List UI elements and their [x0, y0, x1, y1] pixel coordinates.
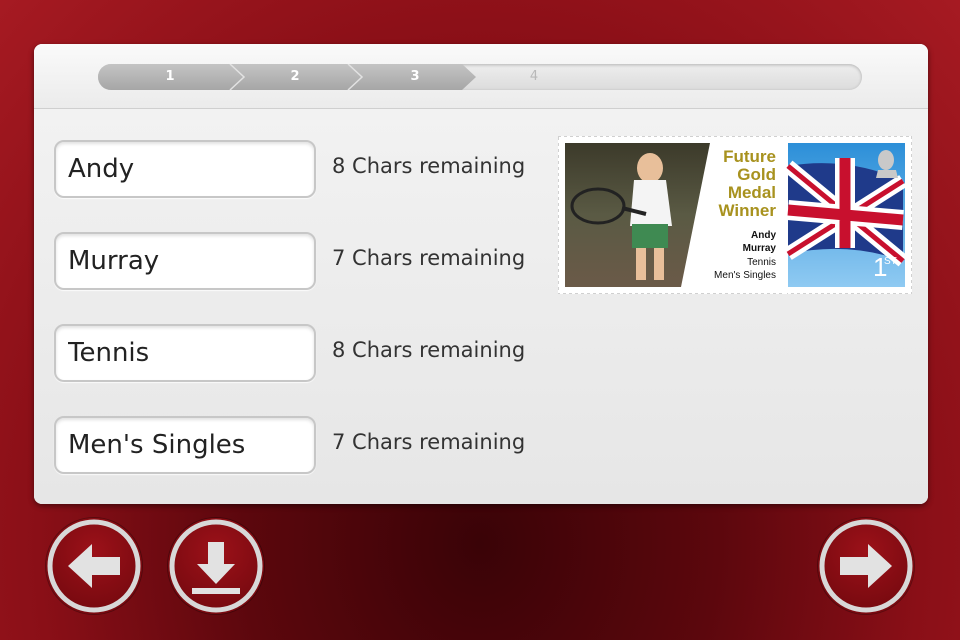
text-field-2[interactable] — [54, 232, 316, 290]
stamp-sport: Tennis — [747, 257, 776, 268]
step-1: 1 — [165, 69, 175, 84]
stamp-name-2: Murray — [743, 243, 777, 254]
stamp-headline-2: Gold — [737, 165, 776, 184]
stamp-headline-4: Winner — [719, 201, 777, 220]
step-2: 2 — [290, 69, 300, 84]
step-4: 4 — [529, 69, 539, 84]
text-field-3[interactable] — [54, 324, 316, 382]
child-photo — [637, 153, 663, 183]
stamp-name-1: Andy — [751, 230, 776, 241]
download-button[interactable] — [168, 518, 264, 614]
progress-steps-graphic — [98, 64, 476, 90]
stamp-event: Men's Singles — [714, 270, 776, 281]
stamp-headline-3: Medal — [728, 183, 776, 202]
back-arrow-icon — [47, 519, 141, 613]
text-field-1[interactable] — [54, 140, 316, 198]
step-3: 3 — [410, 69, 420, 84]
chars-remaining-3: 8 Chars remaining — [332, 338, 526, 362]
stamp-value-suffix: ST — [884, 256, 897, 267]
progress-steps: 1 2 3 4 — [98, 64, 862, 90]
panel-header: 1 2 3 4 — [34, 44, 928, 109]
chars-remaining-2: 7 Chars remaining — [332, 246, 526, 270]
text-field-4[interactable] — [54, 416, 316, 474]
queen-head-icon — [878, 150, 894, 170]
next-button[interactable] — [818, 518, 914, 614]
back-button[interactable] — [46, 518, 142, 614]
stamp-headline-1: Future — [723, 147, 776, 166]
download-icon — [169, 519, 263, 613]
chars-remaining-1: 8 Chars remaining — [332, 154, 526, 178]
chars-remaining-4: 7 Chars remaining — [332, 430, 526, 454]
main-panel: 1 2 3 4 8 Chars remaining 7 Chars remain… — [34, 44, 928, 504]
stamp-preview: Future Gold Medal Winner Andy Murray Ten… — [558, 136, 912, 294]
forward-arrow-icon — [819, 519, 913, 613]
